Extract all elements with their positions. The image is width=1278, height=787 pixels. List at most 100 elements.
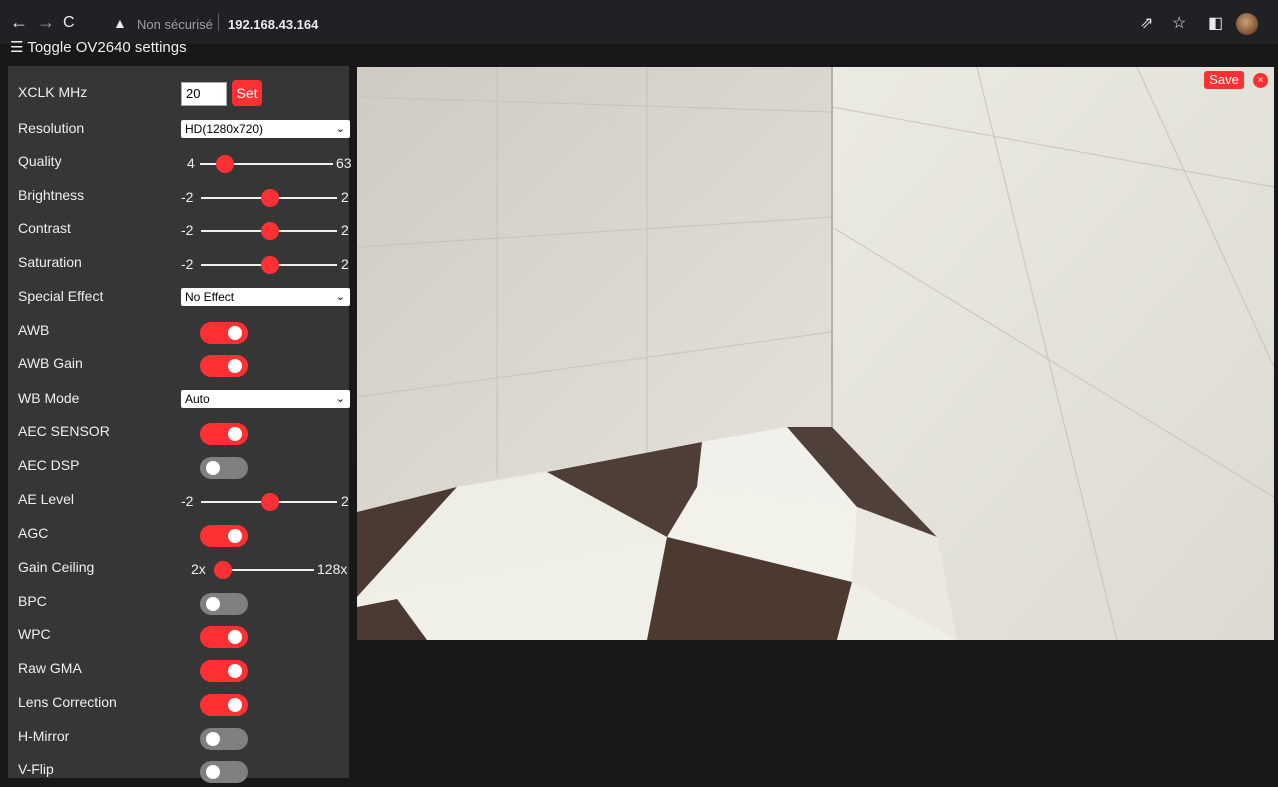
- ae-level-thumb[interactable]: [261, 493, 279, 511]
- v-flip-toggle[interactable]: [200, 761, 248, 783]
- awb-gain-toggle-knob: [228, 359, 242, 373]
- brightness-slider[interactable]: -2 2: [181, 183, 351, 213]
- reload-icon[interactable]: C: [63, 14, 75, 32]
- xclk-set-button[interactable]: Set: [232, 80, 262, 106]
- v-flip-toggle-knob: [206, 765, 220, 779]
- contrast-thumb[interactable]: [261, 222, 279, 240]
- back-arrow-icon[interactable]: ←: [10, 13, 28, 31]
- awb-gain-toggle[interactable]: [200, 355, 248, 377]
- v-flip-label: V-Flip: [18, 761, 54, 777]
- bpc-toggle[interactable]: [200, 593, 248, 615]
- wb-mode-label: WB Mode: [18, 390, 80, 406]
- wpc-toggle-knob: [228, 630, 242, 644]
- resolution-select[interactable]: HD(1280x720) ⌄: [181, 120, 350, 138]
- settings-panel: XCLK MHz 20 Set Resolution HD(1280x720) ⌄…: [8, 66, 352, 783]
- browser-toolbar: ← → C ▲ Non sécurisé 192.168.43.164 ⇗ ☆ …: [0, 0, 1278, 44]
- bpc-label: BPC: [18, 593, 47, 609]
- wb-mode-select[interactable]: Auto ⌄: [181, 390, 350, 408]
- ae-level-row: AE Level -2 2: [18, 487, 349, 517]
- h-mirror-toggle-knob: [206, 732, 220, 746]
- address-divider: [218, 14, 219, 31]
- bookmark-star-icon[interactable]: ☆: [1172, 13, 1186, 33]
- resolution-value: HD(1280x720): [185, 122, 264, 136]
- chevron-down-icon: ⌄: [335, 291, 345, 303]
- toggle-settings-label: Toggle OV2640 settings: [27, 39, 187, 56]
- saturation-max: 2: [341, 256, 349, 272]
- h-mirror-row: H-Mirror: [18, 724, 343, 754]
- v-flip-row: V-Flip: [18, 757, 343, 787]
- warning-icon[interactable]: ▲: [113, 15, 127, 31]
- gain-ceiling-thumb[interactable]: [214, 561, 232, 579]
- raw-gma-label: Raw GMA: [18, 660, 82, 676]
- chevron-down-icon: ⌄: [335, 123, 345, 135]
- wpc-toggle[interactable]: [200, 626, 248, 648]
- saturation-label: Saturation: [18, 254, 82, 270]
- h-mirror-toggle[interactable]: [200, 728, 248, 750]
- agc-row: AGC: [18, 521, 343, 551]
- chevron-down-icon: ⌄: [335, 393, 345, 405]
- agc-toggle-knob: [228, 529, 242, 543]
- close-stream-icon[interactable]: ×: [1253, 73, 1268, 88]
- gain-ceiling-row: Gain Ceiling 2x 128x: [18, 555, 347, 585]
- resolution-row: Resolution HD(1280x720) ⌄: [18, 116, 350, 146]
- awb-gain-row: AWB Gain: [18, 351, 343, 381]
- wb-mode-row: WB Mode Auto ⌄: [18, 386, 350, 416]
- aec-sensor-row: AEC SENSOR: [18, 419, 343, 449]
- special-effect-label: Special Effect: [18, 288, 104, 304]
- raw-gma-row: Raw GMA: [18, 656, 343, 686]
- address-bar-url[interactable]: 192.168.43.164: [228, 17, 318, 32]
- ae-level-min: -2: [181, 493, 194, 509]
- gain-ceiling-min: 2x: [191, 561, 206, 577]
- gain-ceiling-label: Gain Ceiling: [18, 559, 95, 575]
- contrast-max: 2: [341, 222, 349, 238]
- contrast-label: Contrast: [18, 220, 71, 236]
- aec-dsp-row: AEC DSP: [18, 453, 343, 483]
- security-status[interactable]: Non sécurisé: [137, 17, 213, 32]
- saturation-thumb[interactable]: [261, 256, 279, 274]
- awb-gain-label: AWB Gain: [18, 355, 83, 371]
- aec-sensor-toggle[interactable]: [200, 423, 248, 445]
- resolution-label: Resolution: [18, 120, 85, 136]
- agc-label: AGC: [18, 525, 49, 541]
- special-effect-row: Special Effect No Effect ⌄: [18, 284, 350, 314]
- xclk-input[interactable]: 20: [181, 82, 227, 106]
- aec-dsp-label: AEC DSP: [18, 457, 80, 473]
- sidepanel-icon[interactable]: ◧: [1208, 13, 1223, 33]
- stream-frame-svg: [357, 67, 1274, 640]
- ae-level-label: AE Level: [18, 491, 75, 507]
- gain-ceiling-max: 128x: [317, 561, 348, 577]
- awb-toggle-knob: [228, 326, 242, 340]
- special-effect-select[interactable]: No Effect ⌄: [181, 288, 350, 306]
- toggle-settings-link[interactable]: ☰ Toggle OV2640 settings: [10, 38, 187, 56]
- aec-dsp-toggle[interactable]: [200, 457, 248, 479]
- quality-slider[interactable]: 4 63: [181, 149, 352, 179]
- brightness-row: Brightness -2 2: [18, 183, 349, 213]
- ae-level-slider[interactable]: -2 2: [181, 487, 351, 517]
- brightness-thumb[interactable]: [261, 189, 279, 207]
- quality-row: Quality 4 63: [18, 149, 352, 179]
- profile-avatar[interactable]: [1236, 13, 1258, 35]
- quality-thumb[interactable]: [216, 155, 234, 173]
- wpc-row: WPC: [18, 622, 343, 652]
- wpc-label: WPC: [18, 626, 51, 642]
- raw-gma-toggle[interactable]: [200, 660, 248, 682]
- contrast-slider[interactable]: -2 2: [181, 216, 351, 246]
- h-mirror-label: H-Mirror: [18, 728, 70, 744]
- gain-ceiling-slider[interactable]: 2x 128x: [181, 555, 351, 585]
- brightness-label: Brightness: [18, 187, 85, 203]
- lens-correction-toggle-knob: [228, 698, 242, 712]
- saturation-slider[interactable]: -2 2: [181, 250, 351, 280]
- share-icon[interactable]: ⇗: [1140, 13, 1153, 33]
- save-button[interactable]: Save: [1204, 71, 1244, 89]
- forward-arrow-icon[interactable]: →: [37, 13, 55, 31]
- lens-correction-toggle[interactable]: [200, 694, 248, 716]
- raw-gma-toggle-knob: [228, 664, 242, 678]
- awb-row: AWB: [18, 318, 343, 348]
- agc-toggle[interactable]: [200, 525, 248, 547]
- page-header: [0, 44, 1278, 66]
- bpc-toggle-knob: [206, 597, 220, 611]
- contrast-min: -2: [181, 222, 194, 238]
- menu-icon: ☰: [10, 39, 28, 56]
- awb-toggle[interactable]: [200, 322, 248, 344]
- aec-sensor-toggle-knob: [228, 427, 242, 441]
